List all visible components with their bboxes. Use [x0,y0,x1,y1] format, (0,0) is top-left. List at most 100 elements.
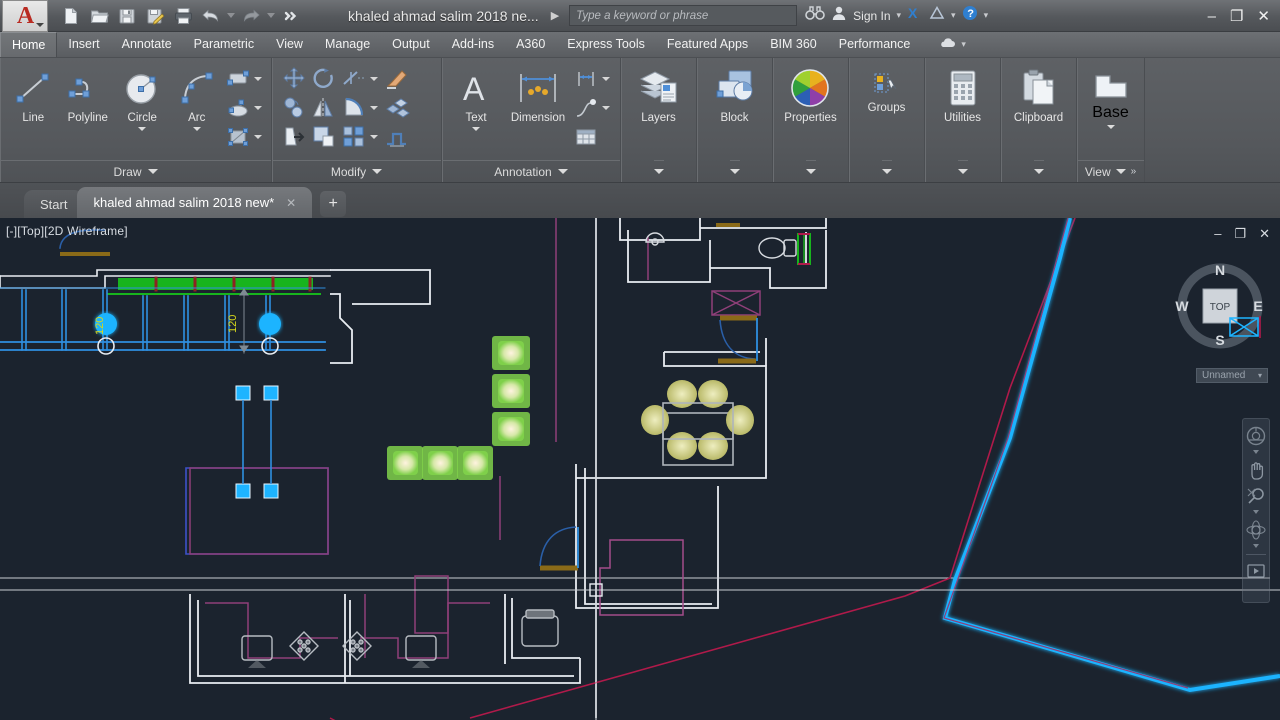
circle-dropdown-icon[interactable] [138,127,147,131]
modify-stretch-button[interactable] [280,123,308,151]
cloud-sync-control[interactable]: ▾ [939,32,966,57]
region-dropdown-icon[interactable] [254,135,262,139]
undo-icon[interactable] [198,3,224,29]
printer-icon[interactable] [170,3,196,29]
cloud-caret-icon[interactable]: ▾ [961,39,966,50]
orbit-dropdown-icon[interactable] [1253,544,1259,548]
panel-modify-expand-icon[interactable] [372,169,383,174]
panel-layers-expand-icon[interactable] [653,169,664,174]
tab-annotate[interactable]: Annotate [111,32,183,57]
hand-pan-icon[interactable] [1244,458,1268,482]
sign-in-label[interactable]: Sign In [853,9,890,23]
steering-wheel-dropdown-icon[interactable] [1253,450,1259,454]
new-file-icon[interactable] [58,3,84,29]
file-tab-close-icon[interactable]: ✕ [286,196,296,210]
block-icon[interactable] [713,66,757,110]
tab-featured-apps[interactable]: Featured Apps [656,32,759,57]
properties-wheel-icon[interactable] [788,66,832,110]
panel-utilities-title[interactable] [957,160,968,182]
redo-icon[interactable] [238,3,264,29]
signin-caret-icon[interactable]: ▾ [897,10,902,21]
trim-dropdown-icon[interactable] [370,77,378,81]
file-tab-drawing[interactable]: khaled ahmad salim 2018 new* ✕ [77,187,313,218]
draw-circle-button[interactable]: Circle [115,63,170,131]
fillet-dropdown-icon[interactable] [370,106,378,110]
annotation-linear-button[interactable] [572,65,600,93]
annotation-table-button[interactable] [572,123,600,151]
array-dropdown-icon[interactable] [370,135,378,139]
panel-draw-title[interactable]: Draw [0,160,271,182]
panel-draw-expand-icon[interactable] [147,169,158,174]
calculator-icon[interactable] [946,66,980,110]
view-cube[interactable]: TOP N S E W [1172,258,1268,354]
modify-move-button[interactable] [280,65,308,93]
annotation-leader-button[interactable] [572,94,600,122]
tab-bim-360[interactable]: BIM 360 [759,32,828,57]
panel-annotation-expand-icon[interactable] [557,169,568,174]
layers-icon[interactable] [637,66,681,110]
open-folder-icon[interactable] [86,3,112,29]
close-button[interactable]: ✕ [1257,9,1270,24]
modify-mirror-button[interactable] [310,94,338,122]
tab-a360[interactable]: A360 [505,32,556,57]
tab-home[interactable]: Home [0,32,58,57]
base-view-icon[interactable] [1091,70,1131,104]
panel-block-title[interactable] [729,160,740,182]
modify-copy-button[interactable] [280,94,308,122]
panel-layers-title[interactable] [653,160,664,182]
drawing-canvas[interactable]: [-][Top][2D Wireframe] 120 120 – ❐ ✕ TOP… [0,218,1280,720]
panel-clipboard-title[interactable] [1033,160,1044,182]
modify-rotate-button[interactable] [310,65,338,93]
draw-hatch-button[interactable] [224,94,252,122]
arc-dropdown-icon[interactable] [192,127,201,131]
panel-modify-title[interactable]: Modify [272,160,441,182]
panel-groups-title[interactable] [881,160,892,182]
viewport-close-icon[interactable]: ✕ [1259,226,1270,242]
redo-dropdown-icon[interactable] [267,13,275,18]
modify-offset-button[interactable] [383,123,411,151]
exchange-app-icon[interactable]: X [907,5,923,26]
save-as-icon[interactable] [142,3,168,29]
zoom-dropdown-icon[interactable] [1253,510,1259,514]
panel-utilities-expand-icon[interactable] [957,169,968,174]
panel-view-overflow-icon[interactable]: » [1131,161,1137,183]
linear-dim-dropdown-icon[interactable] [602,77,610,81]
draw-rectangle-button[interactable] [224,65,252,93]
viewport-minimize-icon[interactable]: – [1214,226,1221,242]
ucs-chevron-down-icon[interactable]: ▾ [1258,371,1262,380]
tab-manage[interactable]: Manage [314,32,381,57]
user-account-icon[interactable] [831,5,847,26]
panel-annotation-title[interactable]: Annotation [442,160,620,182]
search-input[interactable] [569,5,798,26]
draw-region-button[interactable] [224,123,252,151]
draw-polyline-button[interactable]: Polyline [61,63,116,124]
search-binoculars-icon[interactable] [805,5,825,26]
undo-dropdown-icon[interactable] [227,13,235,18]
viewport-label[interactable]: [-][Top][2D Wireframe] [6,224,128,238]
viewport-maximize-icon[interactable]: ❐ [1234,226,1246,242]
zoom-magnifier-icon[interactable] [1244,484,1268,508]
modify-fillet-button[interactable] [340,94,368,122]
annotation-text-button[interactable]: A Text [448,63,504,131]
groups-icon[interactable] [872,70,902,100]
double-chevron-icon[interactable] [278,3,304,29]
tab-output[interactable]: Output [381,32,441,57]
steering-wheel-icon[interactable] [1244,424,1268,448]
text-dropdown-icon[interactable] [472,127,480,131]
show-motion-icon[interactable] [1244,559,1268,583]
panel-clipboard-expand-icon[interactable] [1033,169,1044,174]
panel-block-expand-icon[interactable] [729,169,740,174]
tab-insert[interactable]: Insert [57,32,110,57]
modify-explode-button[interactable] [383,94,411,122]
title-next-arrow-icon[interactable]: ▶ [551,9,559,22]
clipboard-icon[interactable] [1020,66,1056,110]
save-icon[interactable] [114,3,140,29]
leader-dropdown-icon[interactable] [602,106,610,110]
base-dropdown-icon[interactable] [1106,125,1115,129]
ucs-selector[interactable]: Unnamed ▾ [1196,368,1268,383]
file-tab-start[interactable]: Start [24,190,84,218]
tab-add-ins[interactable]: Add-ins [441,32,505,57]
orbit-icon[interactable] [1244,518,1268,542]
new-tab-button[interactable]: + [320,191,347,217]
maximize-button[interactable]: ❐ [1230,9,1243,24]
